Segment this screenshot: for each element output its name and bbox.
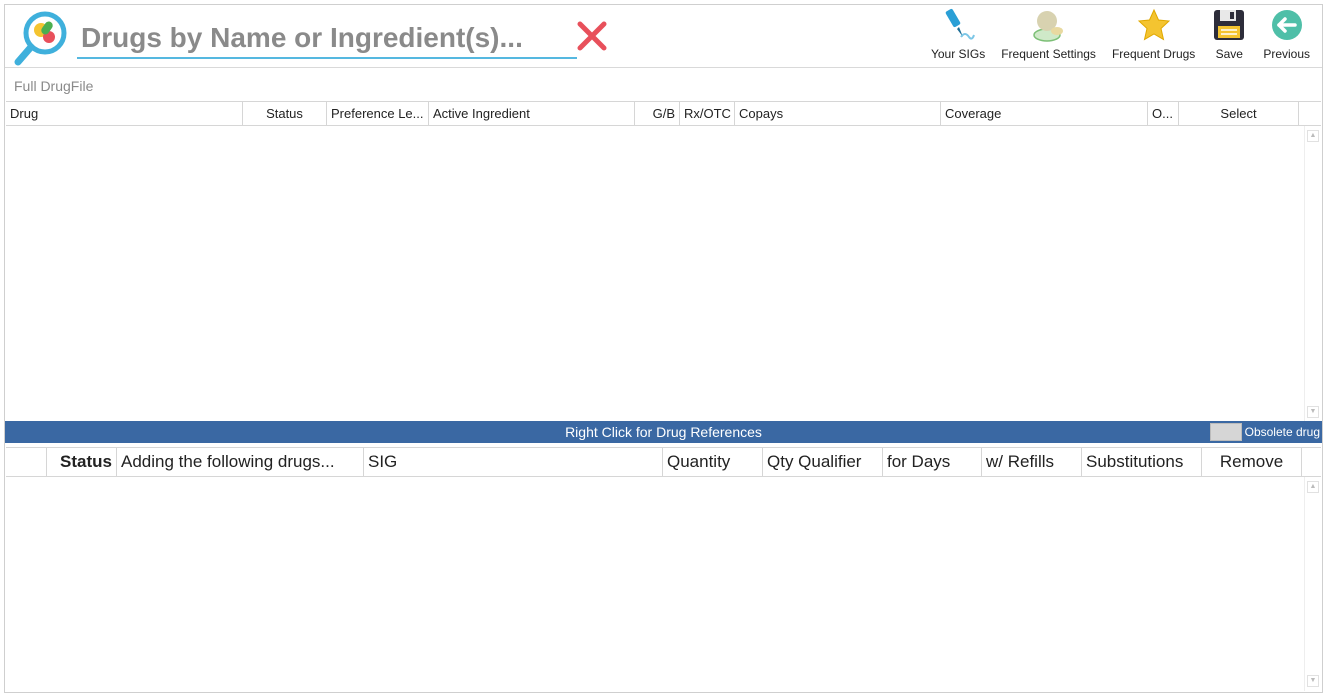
- save-button[interactable]: Save: [1203, 7, 1255, 65]
- save-label: Save: [1215, 47, 1243, 61]
- drug-results-grid: Full DrugFile Drug Status Preference Le.…: [5, 67, 1322, 422]
- column-header-status[interactable]: Status: [47, 448, 117, 476]
- previous-button[interactable]: Previous: [1255, 7, 1318, 65]
- column-header-drug[interactable]: Drug: [6, 102, 243, 125]
- scroll-up-icon[interactable]: ▲: [1307, 481, 1319, 493]
- column-header-o[interactable]: O...: [1148, 102, 1179, 125]
- previous-label: Previous: [1263, 47, 1310, 61]
- frequent-drugs-button[interactable]: Frequent Drugs: [1104, 7, 1203, 65]
- scroll-down-icon[interactable]: ▼: [1307, 406, 1319, 418]
- column-header-for-days[interactable]: for Days: [883, 448, 982, 476]
- adding-grid-header: Status Adding the following drugs... SIG…: [6, 447, 1321, 477]
- column-header-active-ingredient[interactable]: Active Ingredient: [429, 102, 635, 125]
- adding-grid-scrollbar[interactable]: ▲ ▼: [1304, 477, 1321, 691]
- obsolete-legend: Obsolete drug: [1209, 421, 1320, 443]
- magnifier-pills-icon: [14, 11, 67, 66]
- column-header-select[interactable]: Select: [1179, 102, 1299, 125]
- obsolete-label: Obsolete drug: [1244, 425, 1320, 439]
- adding-grid-body: ▲ ▼: [6, 477, 1321, 691]
- column-header-coverage[interactable]: Coverage: [941, 102, 1148, 125]
- column-header-rx-otc[interactable]: Rx/OTC: [680, 102, 735, 125]
- drug-grid-scrollbar[interactable]: ▲ ▼: [1304, 126, 1321, 422]
- drug-references-bar: Right Click for Drug References Obsolete…: [5, 421, 1322, 443]
- column-header-status[interactable]: Status: [243, 102, 327, 125]
- drug-search-window: Your SIGs Frequent Settings: [4, 4, 1323, 693]
- obsolete-color-swatch: [1209, 423, 1242, 441]
- star-icon: [1137, 8, 1170, 41]
- scroll-up-icon[interactable]: ▲: [1307, 130, 1319, 142]
- back-arrow-icon: [1271, 10, 1302, 40]
- column-header-remove[interactable]: Remove: [1202, 448, 1302, 476]
- column-header-substitutions[interactable]: Substitutions: [1082, 448, 1202, 476]
- drug-search-input[interactable]: [77, 19, 577, 59]
- drug-grid-body: ▲ ▼: [6, 126, 1321, 422]
- floppy-disk-icon: [1214, 10, 1245, 40]
- frequent-settings-label: Frequent Settings: [1001, 47, 1096, 61]
- pill-bottle-icon: [1032, 11, 1063, 42]
- your-sigs-button[interactable]: Your SIGs: [923, 7, 993, 65]
- column-header-qty-qualifier[interactable]: Qty Qualifier: [763, 448, 883, 476]
- clear-search-icon[interactable]: [575, 19, 609, 53]
- column-header-adding-drugs[interactable]: Adding the following drugs...: [117, 448, 364, 476]
- column-header-copays[interactable]: Copays: [735, 102, 941, 125]
- scroll-down-icon[interactable]: ▼: [1307, 675, 1319, 687]
- column-header-generic-brand[interactable]: G/B: [635, 102, 680, 125]
- toolbar: Your SIGs Frequent Settings Frequent Dru…: [923, 7, 1318, 65]
- grid-title: Full DrugFile: [14, 78, 94, 94]
- drug-grid-header: Drug Status Preference Le... Active Ingr…: [6, 101, 1321, 126]
- column-header-preference-level[interactable]: Preference Le...: [327, 102, 429, 125]
- column-header-blank: [6, 448, 47, 476]
- column-header-quantity[interactable]: Quantity: [663, 448, 763, 476]
- header: Your SIGs Frequent Settings: [5, 5, 1322, 67]
- frequent-settings-button[interactable]: Frequent Settings: [993, 7, 1104, 65]
- column-header-refills[interactable]: w/ Refills: [982, 448, 1082, 476]
- adding-drugs-grid: Status Adding the following drugs... SIG…: [5, 446, 1322, 692]
- frequent-drugs-label: Frequent Drugs: [1111, 47, 1196, 61]
- your-sigs-label: Your SIGs: [930, 47, 986, 61]
- drug-references-hint: Right Click for Drug References: [565, 424, 762, 440]
- column-header-sig[interactable]: SIG: [364, 448, 663, 476]
- pen-icon: [945, 8, 976, 40]
